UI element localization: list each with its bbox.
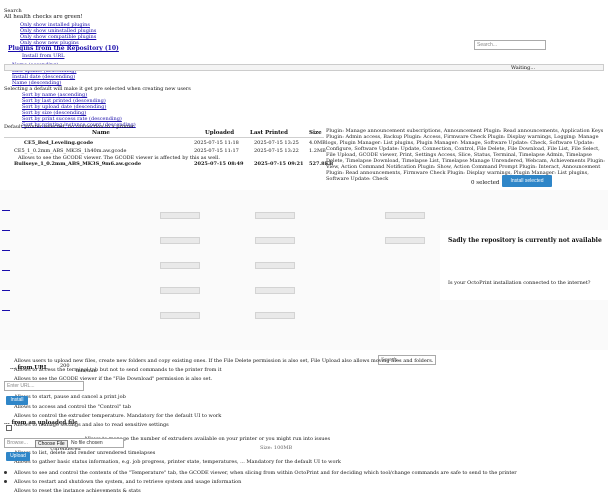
left-link-bar <box>2 250 10 251</box>
choose-file-button[interactable]: Choose File <box>35 440 68 448</box>
repository-title-link[interactable]: Plugins from the Repository (10) <box>8 45 119 52</box>
left-link-column <box>0 200 16 350</box>
file-browse-input[interactable]: Browse... Choose File No file chosen <box>4 438 124 448</box>
unavailable-subtitle: Is your OctoPrint installation connected… <box>448 280 591 286</box>
file-size: 527.8KB <box>309 161 334 167</box>
file-last-printed: 2025-07-15 13:22 <box>254 148 299 154</box>
bg-button <box>160 212 200 219</box>
description-line: Allows to see and control the contents o… <box>14 470 517 476</box>
bullet-icon <box>4 480 7 483</box>
description-line: Allows to access and control the "Contro… <box>14 404 131 410</box>
upload-button[interactable]: Upload <box>6 452 30 461</box>
header-uploaded[interactable]: Uploaded <box>205 130 234 136</box>
no-file-text: No file chosen <box>71 440 103 446</box>
bullet-icon <box>4 471 7 474</box>
install-from-url-link[interactable]: Install from URL <box>22 53 64 59</box>
browse-text: Browse... <box>7 440 28 446</box>
url-install-button[interactable]: Install <box>6 396 28 405</box>
install-selected-button[interactable]: Install selected <box>502 175 552 187</box>
bg-button <box>385 237 425 244</box>
left-link-bar <box>2 290 10 291</box>
speed-unit: mm/min <box>76 368 97 374</box>
file-name[interactable]: Bullseye_1_0.2mm_ABS_MK3S_9m6.aw.gcode <box>14 161 141 167</box>
file-name[interactable]: CE5_Bed_Leveling.gcode <box>24 140 93 146</box>
from-file-label: ... from an uploaded file <box>4 420 78 426</box>
bg-button <box>160 312 200 319</box>
bg-button <box>160 287 200 294</box>
waiting-bar: Waiting... <box>4 64 604 71</box>
file-sort-menu: Sort by name (ascending) Sort by last pr… <box>22 92 136 128</box>
unrendered-checkbox[interactable] <box>6 425 12 431</box>
bg-button <box>255 262 295 269</box>
left-link-bar <box>2 210 10 211</box>
header-size[interactable]: Size <box>309 130 322 136</box>
file-size-limit: Size: 100MB <box>260 445 293 451</box>
url-input[interactable]: Enter URL... <box>4 381 84 391</box>
left-link-bar <box>2 230 10 231</box>
bg-button <box>385 212 425 219</box>
health-status: All health checks are green! <box>4 14 83 20</box>
file-name[interactable]: CE5_1_0.2mm_ABS_MK3S_1h40m.aw.gcode <box>14 148 126 154</box>
table-header-divider <box>4 137 324 138</box>
unavailable-title: Sadly the repository is currently not av… <box>448 237 602 244</box>
file-size: 1.2MB <box>309 148 326 154</box>
bg-button <box>255 287 295 294</box>
file-last-printed: 2025-07-15 13:25 <box>254 140 299 146</box>
repository-unavailable-panel: Sadly the repository is currently not av… <box>440 230 608 300</box>
bg-button <box>160 237 200 244</box>
install-url-text[interactable]: Install from URL <box>22 53 64 59</box>
header-name[interactable]: Name <box>92 130 110 136</box>
bg-button <box>160 262 200 269</box>
waiting-text: Waiting... <box>511 65 536 71</box>
bg-button <box>255 237 295 244</box>
permissions-paragraph: Plugin: Manage announcement subscription… <box>326 128 605 182</box>
speed-value: 200 <box>60 363 70 369</box>
left-link-bar <box>2 270 10 271</box>
bg-button <box>255 212 295 219</box>
printer-note: Default printer selected, no connection … <box>4 124 135 130</box>
description-line: Allows to reset the instance achievement… <box>14 488 141 494</box>
file-uploaded: 2025-07-15 11:17 <box>194 148 239 154</box>
table-row[interactable]: CE5_1_0.2mm_ABS_MK3S_1h40m.aw.gcode 2025… <box>4 148 326 155</box>
selected-count: 0 selected <box>471 180 500 186</box>
description-line: Allows users to upload new files, create… <box>14 358 434 364</box>
description-line: Allows to gather basic status informatio… <box>14 459 341 465</box>
left-link-bar <box>2 310 10 311</box>
description-line: Allows to start, pause and cancel a prin… <box>14 394 126 400</box>
description-line: Allows to control the extruder temperatu… <box>14 413 222 419</box>
file-last-printed: 2025-07-15 09:21 <box>254 161 304 167</box>
file-uploaded: 2025-07-15 08:49 <box>194 161 244 167</box>
table-row[interactable]: CE5_Bed_Leveling.gcode 2025-07-15 11:18 … <box>4 140 326 147</box>
file-size: 4.0MB <box>309 140 326 146</box>
from-url-label: ... from URL <box>10 365 48 371</box>
description-line: Allows to list, delete and render unrend… <box>14 450 156 456</box>
table-row[interactable]: Bullseye_1_0.2mm_ABS_MK3S_9m6.aw.gcode 2… <box>4 161 333 168</box>
repository-title: Plugins from the Repository (10) <box>8 46 119 52</box>
repository-search-input[interactable]: Search... <box>474 40 546 50</box>
menu-links: Only show installed plugins Only show un… <box>20 22 96 46</box>
file-uploaded: 2025-07-15 11:18 <box>194 140 239 146</box>
bg-button <box>255 312 295 319</box>
description-line: Allows to restart and shutdown the syste… <box>14 479 242 485</box>
url-placeholder: Enter URL... <box>7 383 35 389</box>
header-last-printed[interactable]: Last Printed <box>250 130 288 136</box>
